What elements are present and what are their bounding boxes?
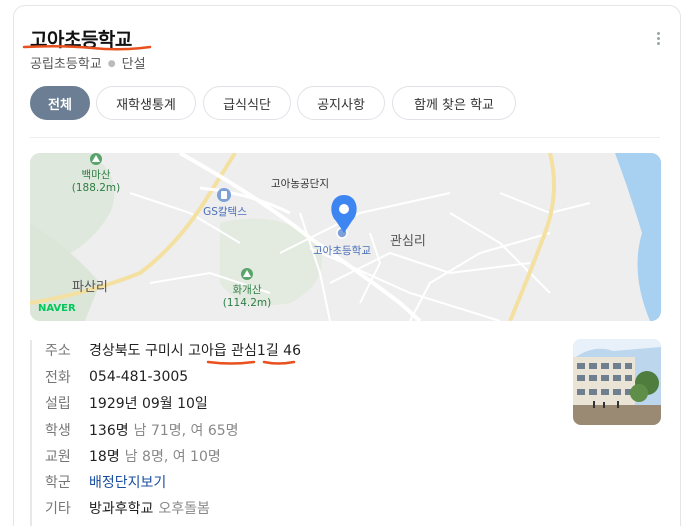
district-key: 학군 xyxy=(45,475,71,491)
address-highlight-2: 관심 xyxy=(231,343,257,359)
tab-student-stats[interactable]: 재학생통계 xyxy=(96,86,196,120)
info-left-border xyxy=(30,340,32,526)
teachers-value: 18명 xyxy=(89,449,120,465)
naver-logo: NAVER xyxy=(38,303,76,314)
etc-value: 방과후학교 xyxy=(89,501,154,517)
info-row-phone: 전화 054-481-3005 xyxy=(45,367,188,387)
section-divider xyxy=(30,137,660,138)
address-underline-annotation xyxy=(206,360,296,365)
info-row-founded: 설립 1929년 09월 10일 xyxy=(45,393,208,413)
map-label-gwansim: 관심리 xyxy=(390,234,426,249)
teachers-key: 교원 xyxy=(45,449,71,465)
founded-key: 설립 xyxy=(45,396,71,412)
etc-detail: 오후돌봄 xyxy=(158,501,210,517)
info-row-etc: 기타 방과후학교 오후돌봄 xyxy=(45,498,210,518)
students-detail: 남 71명, 여 65명 xyxy=(133,423,239,439)
tab-related-schools[interactable]: 함께 찾은 학교 xyxy=(392,86,516,120)
address-highlight-1: 고아읍 xyxy=(188,343,227,359)
address-key: 주소 xyxy=(45,343,71,359)
tab-notices[interactable]: 공지사항 xyxy=(297,86,385,120)
school-type: 공립초등학교 xyxy=(30,57,102,72)
founded-value: 1929년 09월 10일 xyxy=(89,396,208,412)
school-gender-type: 단설 xyxy=(121,57,146,72)
title-underline-annotation xyxy=(22,44,152,51)
map-label-gs: GS칼텍스 xyxy=(203,205,247,218)
school-photo[interactable] xyxy=(573,339,661,425)
location-map[interactable]: 백마산 (188.2m) GS칼텍스 고아농공단지 고아초등학교 화개산 (11… xyxy=(30,153,661,321)
students-value: 136명 xyxy=(89,423,129,439)
tab-all[interactable]: 전체 xyxy=(30,86,90,120)
tab-meal-menu[interactable]: 급식식단 xyxy=(203,86,291,120)
map-label-school: 고아초등학교 xyxy=(313,245,371,257)
map-label-industrial: 고아농공단지 xyxy=(271,178,329,190)
students-key: 학생 xyxy=(45,423,71,439)
map-label-pasan: 파산리 xyxy=(72,280,108,295)
district-link[interactable]: 배정단지보기 xyxy=(89,472,166,492)
address-value: 경상북도 구미시 고아읍 관심1길 46 xyxy=(89,343,301,359)
map-label-baekma-height: (188.2m) xyxy=(72,182,120,194)
info-row-address: 주소 경상북도 구미시 고아읍 관심1길 46 xyxy=(45,340,301,360)
map-label-hwagae-height: (114.2m) xyxy=(223,297,271,309)
phone-value[interactable]: 054-481-3005 xyxy=(89,369,188,385)
info-row-students: 학생 136명 남 71명, 여 65명 xyxy=(45,420,239,440)
separator-dot: ● xyxy=(107,59,116,69)
map-label-hwagae: 화개산 xyxy=(233,284,262,296)
map-canvas: 백마산 (188.2m) GS칼텍스 고아농공단지 고아초등학교 화개산 (11… xyxy=(30,153,661,321)
map-label-baekma: 백마산 xyxy=(82,169,111,181)
more-options-icon[interactable] xyxy=(650,30,666,50)
school-subtitle: 공립초등학교 ● 단설 xyxy=(30,53,146,72)
phone-key: 전화 xyxy=(45,370,71,386)
teachers-detail: 남 8명, 여 10명 xyxy=(124,449,221,465)
info-row-teachers: 교원 18명 남 8명, 여 10명 xyxy=(45,446,221,466)
etc-key: 기타 xyxy=(45,501,71,517)
info-row-district: 학군 배정단지보기 xyxy=(45,472,166,492)
